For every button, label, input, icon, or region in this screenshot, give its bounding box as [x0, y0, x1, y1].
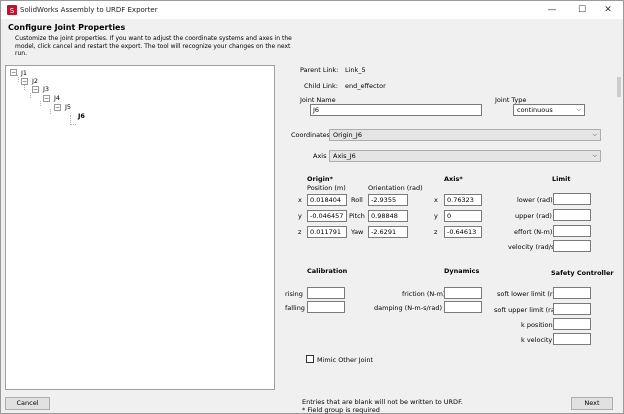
blank-entries-note: Entries that are blank will not be writt… — [302, 398, 463, 406]
falling-input[interactable] — [307, 301, 345, 313]
tree-node-j5[interactable]: J5 — [65, 103, 71, 111]
axis-x-label: x — [434, 196, 438, 204]
chevron-down-icon: ⌵ — [576, 106, 581, 113]
tree-toggle-j4[interactable]: − — [43, 95, 50, 102]
scrollbar-thumb[interactable] — [617, 77, 621, 97]
upper-limit-label: upper (rad) — [515, 212, 552, 220]
tree-toggle-j3[interactable]: − — [32, 86, 39, 93]
safety-controller-title: Safety Controller — [551, 269, 614, 277]
child-link-label: Child Link: — [304, 82, 338, 90]
lower-limit-input[interactable] — [553, 193, 591, 205]
exporter-window: S SolidWorks Assembly to URDF Exporter —… — [0, 0, 624, 414]
joint-type-value: continuous — [517, 106, 553, 114]
pitch-label: Pitch — [349, 212, 365, 220]
minimize-button[interactable]: — — [537, 1, 567, 19]
close-button[interactable]: ✕ — [593, 1, 623, 19]
joint-name-label: Joint Name — [300, 96, 336, 104]
roll-label: Roll — [351, 196, 363, 204]
velocity-label: velocity (rad/s) — [508, 243, 557, 251]
parent-link-label: Parent Link: — [300, 66, 339, 74]
parent-link-value: Link_5 — [345, 66, 366, 74]
pitch-input[interactable]: 0.98848 — [368, 210, 408, 222]
soft-upper-label: soft upper limit (rad) — [494, 306, 562, 314]
calibration-title: Calibration — [307, 267, 348, 275]
tree-node-j2[interactable]: J2 — [32, 77, 38, 85]
falling-label: falling — [285, 304, 305, 312]
cancel-button[interactable]: Cancel — [5, 397, 50, 410]
coordinates-value: Origin_J6 — [333, 131, 362, 139]
tree-toggle-j5[interactable]: − — [54, 104, 61, 111]
axis-title: Axis* — [444, 175, 463, 183]
axis-label: Axis — [313, 152, 327, 160]
joint-type-label: Joint Type — [495, 96, 527, 104]
tree-toggle-j2[interactable]: − — [21, 78, 28, 85]
tree-node-j1[interactable]: J1 — [21, 69, 27, 77]
origin-z-input[interactable]: 0.011791 — [307, 226, 347, 238]
joint-type-select[interactable]: continuous ⌵ — [513, 104, 585, 116]
axis-select[interactable]: Axis_J6 ⌵ — [329, 150, 601, 162]
coordinates-select[interactable]: Origin_J6 ⌵ — [329, 129, 601, 141]
coordinates-label: Coordinates — [291, 131, 331, 139]
page-title: Configure Joint Properties — [8, 23, 126, 32]
chevron-down-icon: ⌵ — [592, 131, 597, 138]
axis-z-label: z — [434, 228, 438, 236]
joint-tree[interactable]: − J1 − J2 − J3 − J4 − J5 J6 — [5, 65, 275, 390]
friction-label: friction (N-m) — [402, 290, 446, 298]
child-link-value: end_effector — [345, 82, 386, 90]
dynamics-title: Dynamics — [444, 267, 480, 275]
chevron-down-icon: ⌵ — [592, 152, 597, 159]
orientation-label: Orientation (rad) — [368, 184, 423, 192]
damping-label: damping (N-m-s/rad) — [374, 304, 442, 312]
window-title: SolidWorks Assembly to URDF Exporter — [20, 6, 158, 14]
yaw-label: Yaw — [351, 228, 364, 236]
origin-x-label: x — [298, 196, 302, 204]
position-label: Position (m) — [307, 184, 346, 192]
page-description: Customize the joint properties. If you w… — [15, 35, 292, 57]
tree-node-j3[interactable]: J3 — [43, 85, 49, 93]
title-bar: S SolidWorks Assembly to URDF Exporter —… — [1, 1, 623, 19]
axis-y-label: y — [434, 212, 438, 220]
vertical-scrollbar[interactable] — [616, 65, 622, 390]
tree-node-j6[interactable]: J6 — [78, 112, 85, 120]
soft-upper-input[interactable] — [553, 303, 591, 315]
friction-input[interactable] — [444, 287, 482, 299]
next-button[interactable]: Next — [571, 397, 613, 410]
limit-title: Limit — [552, 175, 571, 183]
k-velocity-label: k velocity — [521, 336, 553, 344]
axis-y-input[interactable]: 0 — [444, 210, 482, 222]
soft-lower-input[interactable] — [553, 287, 591, 299]
mimic-checkbox[interactable] — [306, 355, 314, 363]
yaw-input[interactable]: -2.6291 — [368, 226, 408, 238]
origin-y-input[interactable]: -0.046457 — [307, 210, 347, 222]
axis-x-input[interactable]: 0.76323 — [444, 194, 482, 206]
mimic-label[interactable]: Mimic Other Joint — [317, 356, 373, 364]
k-velocity-input[interactable] — [553, 333, 591, 345]
origin-title: Origin* — [307, 175, 333, 183]
tree-node-j4[interactable]: J4 — [54, 94, 60, 102]
effort-label: effort (N-m) — [514, 228, 553, 236]
svg-text:S: S — [10, 7, 15, 15]
solidworks-app-icon: S — [7, 5, 17, 15]
velocity-input[interactable] — [553, 240, 591, 252]
axis-value: Axis_J6 — [333, 152, 356, 160]
damping-input[interactable] — [444, 301, 482, 313]
axis-z-input[interactable]: -0.64613 — [444, 226, 482, 238]
rising-label: rising — [285, 290, 303, 298]
effort-input[interactable] — [553, 225, 591, 237]
lower-limit-label: lower (rad) — [517, 196, 553, 204]
origin-y-label: y — [298, 212, 302, 220]
rising-input[interactable] — [307, 287, 345, 299]
upper-limit-input[interactable] — [553, 209, 591, 221]
origin-z-label: z — [298, 228, 302, 236]
joint-name-input[interactable]: J6 — [310, 104, 482, 116]
tree-toggle-j1[interactable]: − — [10, 69, 17, 76]
roll-input[interactable]: -2.9355 — [368, 194, 408, 206]
required-note: * Field group is required — [302, 406, 380, 414]
k-position-label: k position — [521, 321, 553, 329]
origin-x-input[interactable]: 0.018404 — [307, 194, 347, 206]
k-position-input[interactable] — [553, 318, 591, 330]
